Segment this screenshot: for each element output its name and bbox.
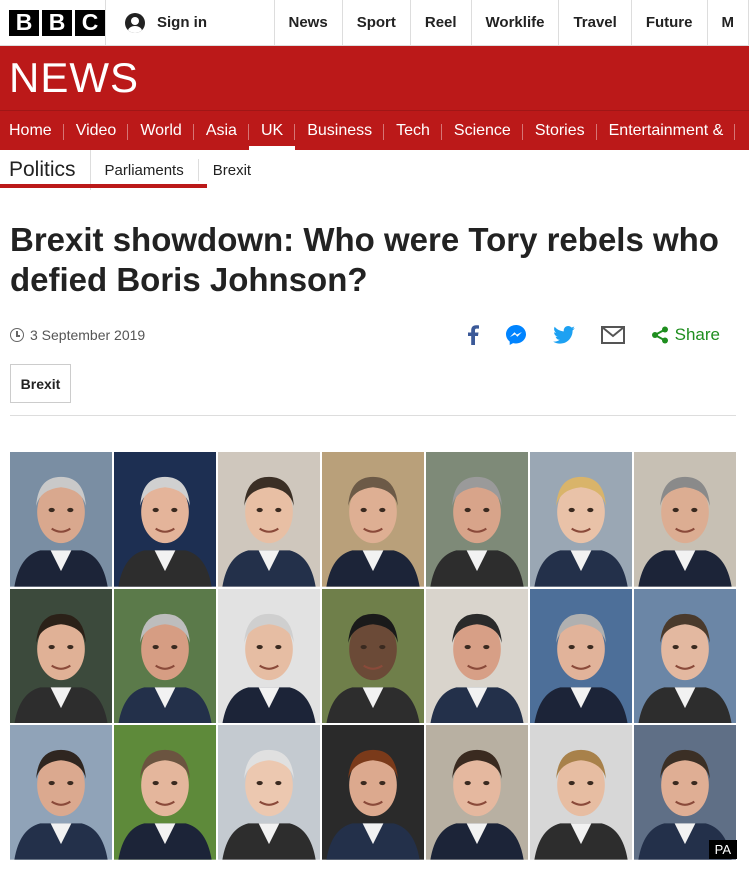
nav-business[interactable]: Business (295, 111, 385, 150)
nav-home[interactable]: Home (0, 111, 64, 150)
nav-stories[interactable]: Stories (523, 111, 597, 150)
rebel-photo (114, 725, 216, 860)
main-nav: Home Video World Asia UK Business Tech S… (0, 110, 749, 150)
messenger-icon[interactable] (505, 324, 527, 346)
image-credit: PA (708, 840, 737, 859)
rebel-photo (426, 452, 528, 587)
news-banner: NEWS (0, 46, 749, 110)
topic-tag-brexit[interactable]: Brexit (10, 364, 71, 403)
rebel-photo (634, 452, 736, 587)
nav-asia[interactable]: Asia (194, 111, 250, 150)
article-headline: Brexit showdown: Who were Tory rebels wh… (10, 221, 719, 298)
twitter-icon[interactable] (552, 326, 575, 344)
nav-world[interactable]: World (128, 111, 194, 150)
top-bar: B B C Sign in News Sport Reel Worklife T… (0, 0, 749, 46)
rebel-photo (10, 725, 112, 860)
rebel-photo (10, 452, 112, 587)
user-icon (125, 12, 145, 33)
top-nav-reel[interactable]: Reel (411, 0, 472, 45)
top-nav-news[interactable]: News (275, 0, 343, 45)
subnav-underline (0, 184, 207, 188)
email-icon[interactable] (600, 326, 625, 344)
sign-in-label: Sign in (157, 14, 207, 31)
top-nav-sport[interactable]: Sport (343, 0, 411, 45)
rebel-photo (322, 588, 424, 724)
nav-uk[interactable]: UK (248, 111, 296, 150)
subnav-brexit[interactable]: Brexit (199, 159, 265, 181)
rebel-photo (218, 725, 320, 860)
rebel-photo (218, 452, 320, 587)
news-wordmark[interactable]: NEWS (9, 54, 139, 102)
rebels-photo-grid (10, 452, 736, 860)
article-meta: 3 September 2019 Share (10, 324, 740, 346)
share-tools: Share (441, 324, 720, 346)
divider (10, 415, 736, 416)
rebel-photo (322, 725, 424, 860)
rebel-photo (114, 452, 216, 587)
nav-tech[interactable]: Tech (384, 111, 442, 150)
clock-icon (10, 328, 24, 342)
rebel-photo (218, 588, 320, 724)
rebel-photo (10, 588, 112, 724)
top-nav-future[interactable]: Future (632, 0, 708, 45)
logo-letter: B (9, 9, 39, 36)
subnav-parliaments[interactable]: Parliaments (91, 159, 199, 181)
rebel-photo (530, 452, 632, 587)
article-date: 3 September 2019 (30, 327, 146, 343)
share-label: Share (674, 325, 720, 344)
rebel-photo (634, 588, 736, 724)
rebel-photo (530, 725, 632, 860)
nav-video[interactable]: Video (64, 111, 129, 150)
logo-letter: B (42, 9, 72, 36)
rebel-photo (426, 725, 528, 860)
bbc-logo[interactable]: B B C (0, 0, 106, 45)
top-nav-travel[interactable]: Travel (559, 0, 632, 45)
top-nav: News Sport Reel Worklife Travel Future M (275, 0, 749, 45)
rebel-photo (426, 588, 528, 724)
nav-entertainment[interactable]: Entertainment & (597, 111, 736, 150)
share-icon (651, 326, 668, 344)
sign-in-button[interactable]: Sign in (106, 0, 275, 45)
facebook-icon[interactable] (467, 325, 479, 345)
rebel-photo (530, 588, 632, 724)
nav-science[interactable]: Science (442, 111, 523, 150)
rebel-photo (114, 588, 216, 724)
logo-letter: C (75, 9, 105, 36)
top-nav-more[interactable]: M (708, 0, 749, 45)
share-button[interactable]: Share (651, 325, 720, 345)
rebel-photo (322, 452, 424, 587)
top-nav-worklife[interactable]: Worklife (472, 0, 560, 45)
